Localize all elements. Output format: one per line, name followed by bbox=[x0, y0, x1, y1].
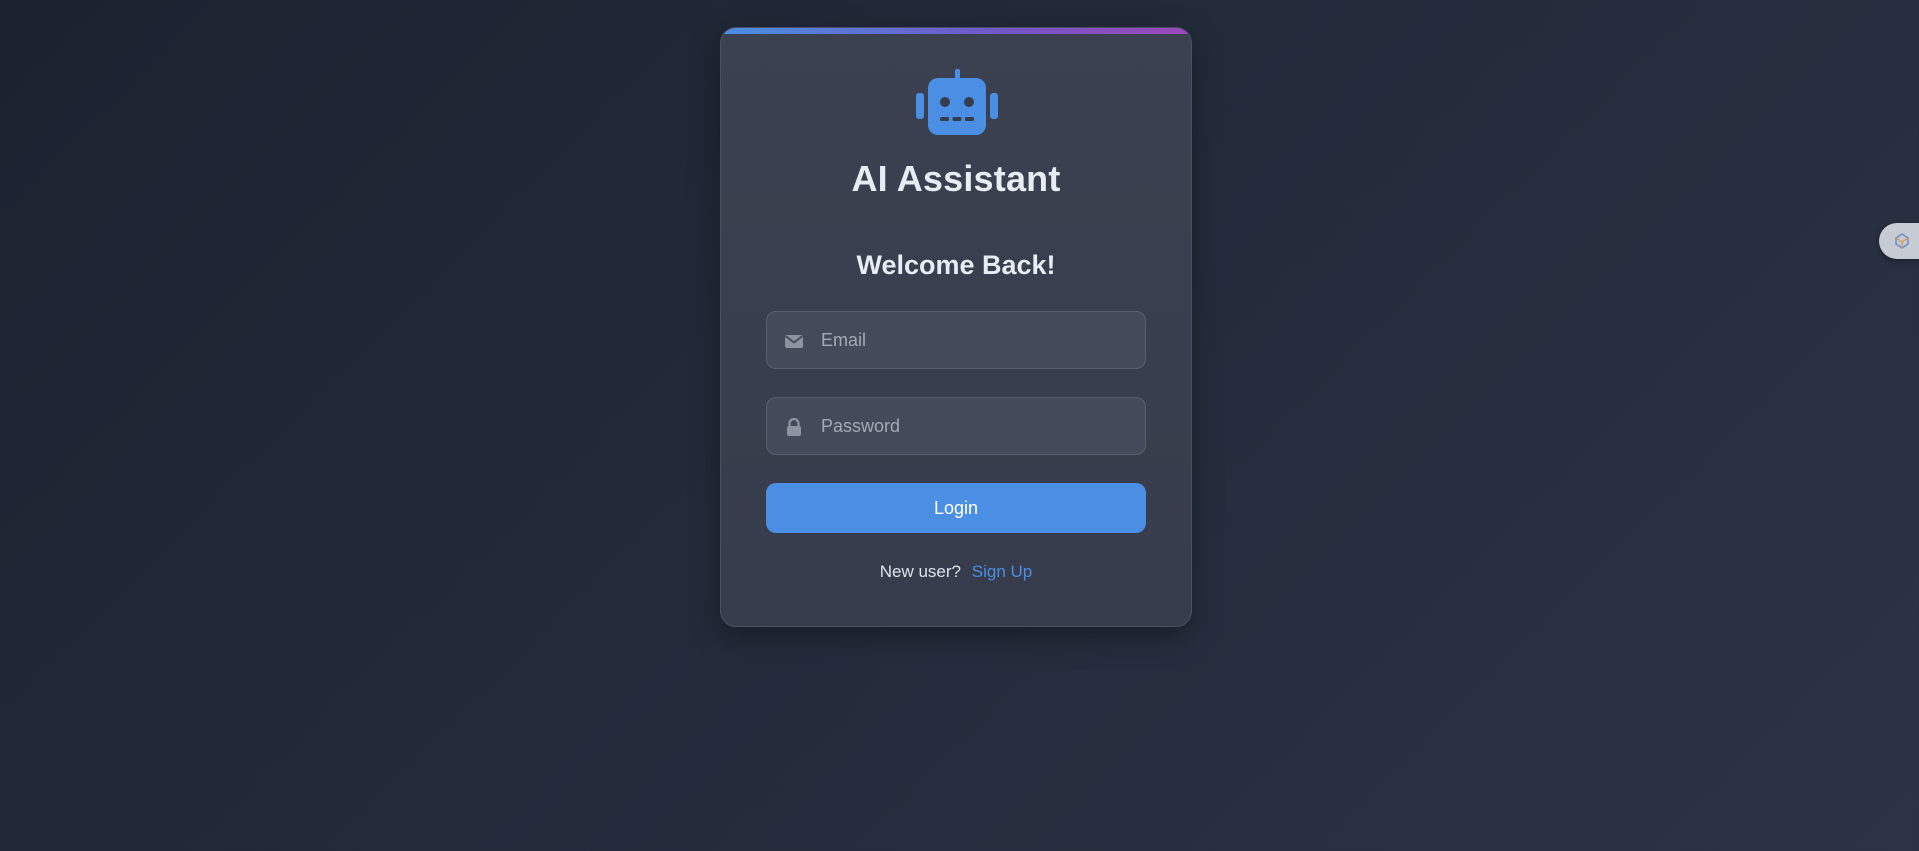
signup-row: New user? Sign Up bbox=[721, 562, 1191, 582]
robot-icon bbox=[916, 69, 998, 135]
welcome-heading: Welcome Back! bbox=[856, 250, 1056, 280]
extension-icon bbox=[1895, 233, 1909, 249]
login-button[interactable]: Login bbox=[766, 483, 1146, 533]
email-field[interactable] bbox=[766, 311, 1146, 369]
lock-icon bbox=[784, 417, 804, 437]
signup-prompt: New user? bbox=[879, 562, 962, 581]
signup-link[interactable]: Sign Up bbox=[972, 562, 1032, 581]
card-accent-bar bbox=[721, 28, 1191, 34]
email-input[interactable] bbox=[821, 312, 1131, 368]
password-input[interactable] bbox=[821, 398, 1131, 454]
password-field[interactable] bbox=[766, 397, 1146, 455]
envelope-icon bbox=[784, 331, 804, 351]
app-title: AI Assistant bbox=[851, 158, 1061, 199]
login-card: AI Assistant Welcome Back! Login New use… bbox=[720, 27, 1192, 627]
side-widget-button[interactable] bbox=[1879, 223, 1919, 259]
